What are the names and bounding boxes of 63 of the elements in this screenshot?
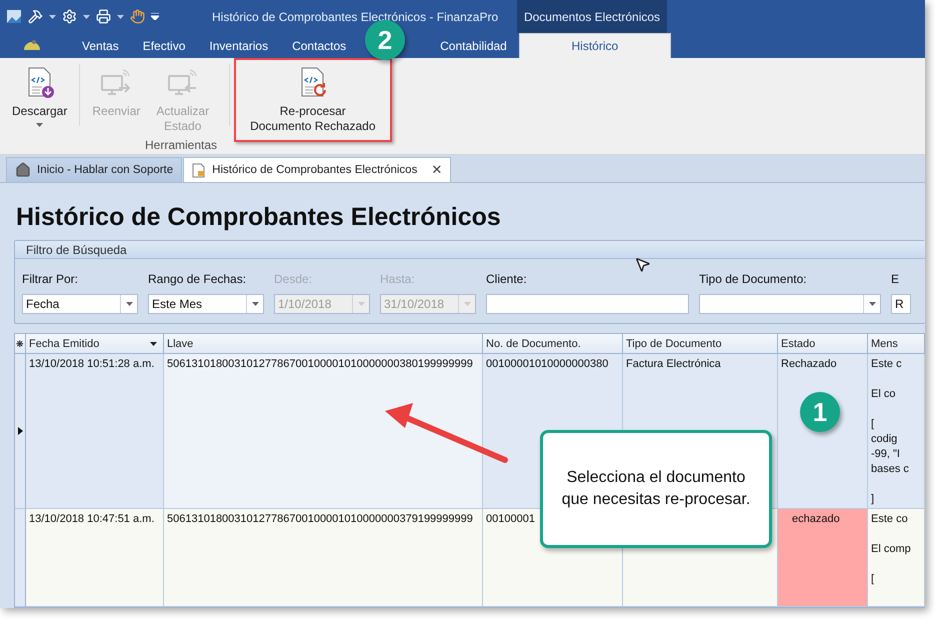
app-icon [6,9,22,24]
caret-icon [49,14,56,18]
tab-label: Inicio - Hablar con Soporte [37,164,174,176]
table-cell: 13/10/2018 10:51:28 a.m. [26,354,164,509]
ribbon-tab[interactable]: Ventas [70,33,131,58]
column-header[interactable]: Fecha Emitido [26,334,164,354]
corner-glyph: ❋ [15,334,26,354]
customize-icon[interactable] [151,13,159,20]
page-title: Histórico de Comprobantes Electrónicos [16,203,502,232]
ribbon-button[interactable]: Descargar [4,64,76,129]
table-cell: 13/10/2018 10:47:51 a.m. [26,509,164,607]
column-header[interactable]: No. de Documento. [483,334,623,354]
cursor-icon [634,256,651,273]
caret-icon [358,302,364,306]
dropdown-field[interactable]: Fecha [22,294,138,314]
close-button[interactable]: ✕ [423,162,442,178]
table-cell: 50613101800310127786700100001010000000379199999999 [164,509,483,607]
dome-icon[interactable] [22,37,42,51]
caret-icon [252,302,258,306]
hand-icon[interactable] [130,9,145,24]
table-cell: 50613101800310127786700100001010000000380199999999 [164,354,483,509]
caret-icon [464,302,470,306]
caret-icon [117,14,124,18]
group-label: Herramientas [145,138,218,152]
field-label: Cliente: [486,272,528,286]
ribbon-tab[interactable]: Histórico [518,33,671,58]
printer-icon[interactable] [96,9,111,24]
field-label: E [891,272,900,286]
document-tab[interactable]: Inicio - Hablar con Soporte [6,157,182,182]
table-cell: echazado [778,509,868,607]
field-label: Hasta: [380,272,416,286]
settings-icon[interactable] [62,9,77,24]
column-header[interactable]: Llave [164,334,483,354]
field-label: Filtrar Por: [22,272,80,286]
field-label: Tipo de Documento: [699,272,808,286]
caret-icon [126,302,132,306]
column-header[interactable]: Mens [868,334,925,354]
document-tab[interactable]: Histórico de Comprobantes Electrónicos ✕ [183,157,452,182]
caret-icon [83,14,90,18]
panel-title: Filtro de Búsqueda [26,242,127,256]
column-header[interactable]: Tipo de Documento [623,334,778,354]
home-icon [15,162,31,178]
tab-label: Histórico de Comprobantes Electrónicos [212,164,418,176]
table-cell: Este c El co [ codig -99, "I bases c ] [868,354,925,509]
ribbon-button[interactable]: Re-procesar Documento Rechazado [234,58,392,142]
document-icon [192,162,206,178]
dropdown-field[interactable]: Este Mes [148,294,264,314]
field-label: Rango de Fechas: [148,272,248,286]
ribbon-tab[interactable]: Contabilidad [428,33,519,58]
ribbon-tab[interactable]: Contactos [280,33,358,58]
input-field[interactable] [486,294,689,314]
dropdown-field[interactable] [699,294,881,314]
ribbon-tab[interactable]: Inventarios [197,33,280,58]
tools-icon[interactable] [28,9,43,24]
context-tab-group: Documentos Electrónicos [517,0,667,33]
column-header[interactable]: Estado [778,334,868,354]
caret-icon [868,302,876,306]
caret-icon [150,342,157,346]
input-field[interactable]: R [891,294,911,314]
row-indicator-icon [18,427,22,435]
ribbon-tab[interactable]: Efectivo [130,33,198,58]
field-label: Desde: [274,272,314,286]
table-cell: Este co El comp [ [868,509,925,607]
